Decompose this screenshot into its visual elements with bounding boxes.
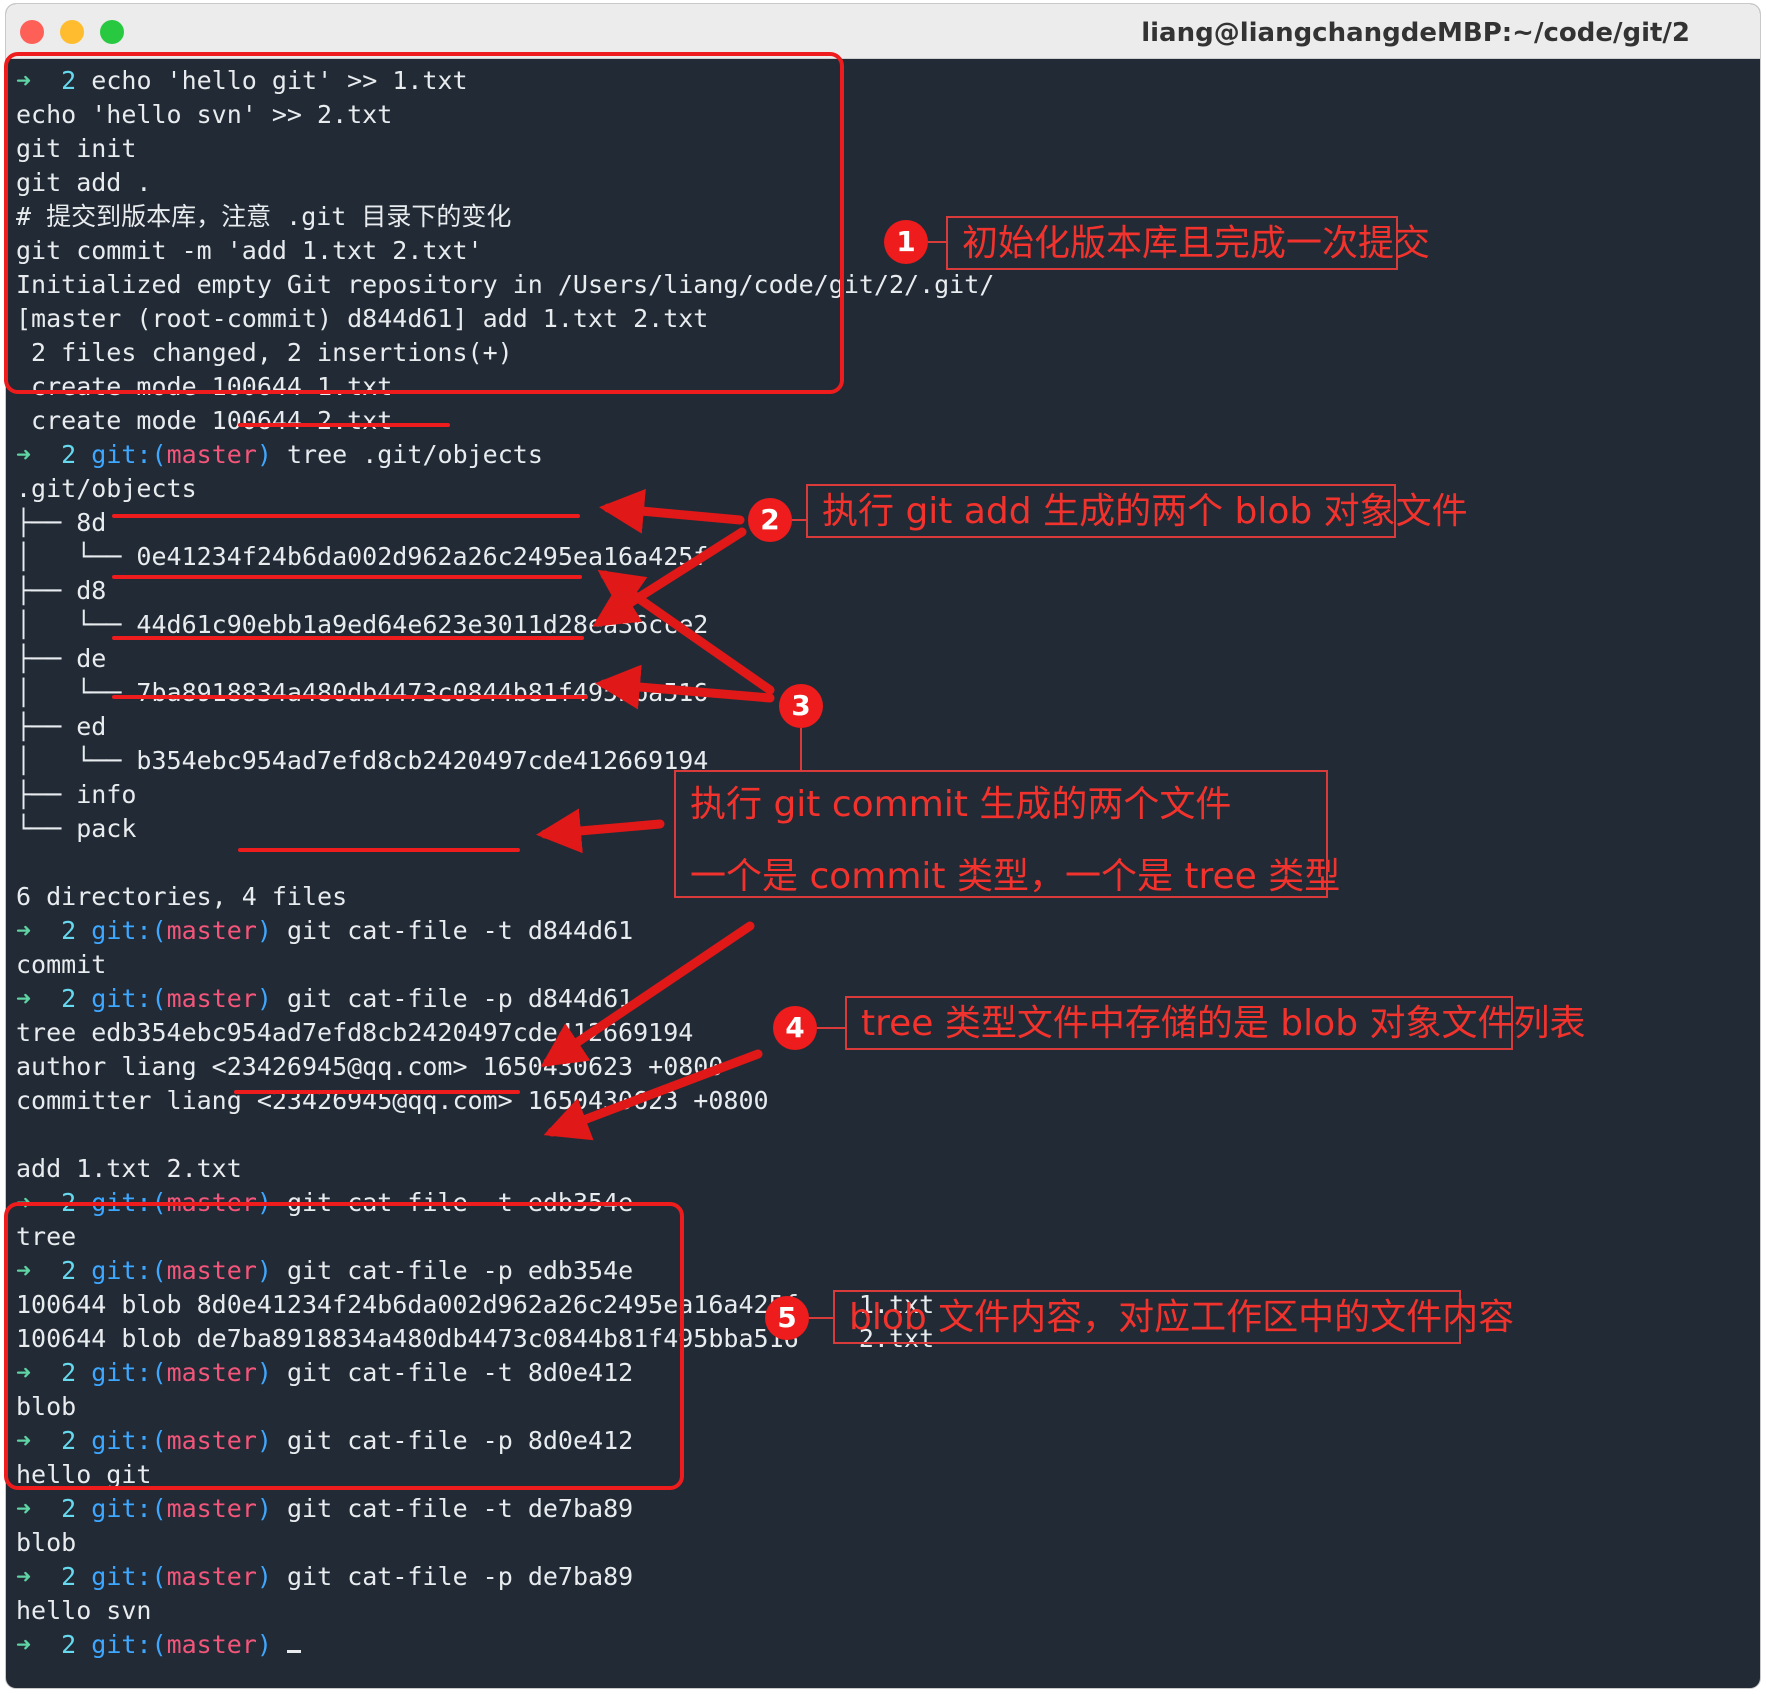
note-1: 初始化版本库且完成一次提交 — [946, 216, 1430, 270]
badge-2: 2 — [748, 498, 792, 542]
note-3-line-2: 一个是 commit 类型，一个是 tree 类型 — [690, 856, 1341, 897]
note-4: tree 类型文件中存储的是 blob 对象文件列表 — [845, 996, 1585, 1050]
arrow-3b — [595, 664, 775, 710]
arrow-2b — [592, 527, 747, 627]
arrow-4b — [543, 1049, 763, 1141]
arrow-3c — [536, 808, 665, 854]
badge-5: 5 — [765, 1296, 809, 1340]
note-3-line-1: 执行 git commit 生成的两个文件 — [690, 784, 1232, 825]
note-5: blob 文件内容，对应工作区中的文件内容 — [833, 1290, 1514, 1344]
badge-3: 3 — [779, 684, 823, 728]
arrow-2a — [599, 488, 745, 534]
badge-4: 4 — [773, 1006, 817, 1050]
note-2: 执行 git add 生成的两个 blob 对象文件 — [806, 484, 1468, 538]
arrow-3a — [597, 569, 775, 695]
note-3: 执行 git commit 生成的两个文件 一个是 commit 类型，一个是 … — [674, 770, 1340, 898]
arrow-4a — [540, 921, 755, 1068]
badge-1: 1 — [884, 220, 928, 264]
